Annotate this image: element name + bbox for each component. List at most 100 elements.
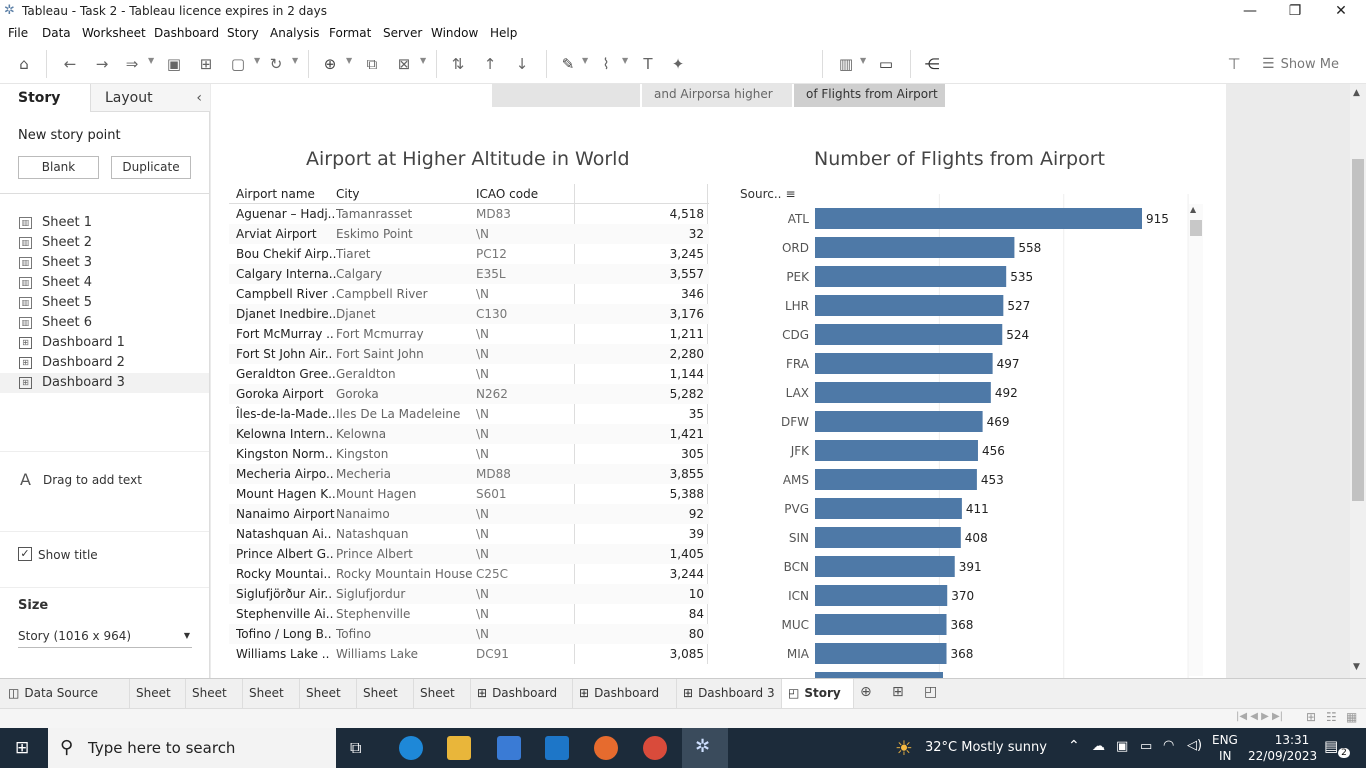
redo-icon[interactable]: → bbox=[92, 54, 112, 74]
fix-axes-icon[interactable]: ✦ bbox=[668, 54, 688, 74]
dashboard-item-9[interactable]: ⊞ Dashboard 3 bbox=[0, 373, 209, 393]
mail-icon[interactable] bbox=[545, 736, 569, 760]
tab-sheet-2[interactable]: Sheet 2 bbox=[186, 679, 243, 728]
collapse-icon[interactable]: ‹ bbox=[196, 84, 202, 112]
sheet-item-3[interactable]: ▥ Sheet 3 bbox=[0, 253, 209, 273]
tab-sheet-1[interactable]: Sheet 1 bbox=[130, 679, 186, 728]
volume-icon[interactable]: ◁) bbox=[1187, 738, 1202, 753]
save-icon[interactable]: ▣ bbox=[164, 54, 184, 74]
menu-format[interactable]: Format bbox=[329, 26, 371, 40]
tableau-taskbar-button[interactable]: ✲ bbox=[682, 728, 728, 768]
taskbar-search[interactable]: ⚲ Type here to search bbox=[48, 728, 336, 768]
menu-file[interactable]: File bbox=[8, 26, 28, 40]
clear-icon[interactable]: ⊠ bbox=[394, 54, 414, 74]
show-title-checkbox[interactable]: ✓ bbox=[18, 547, 32, 561]
new-story-tab-icon[interactable]: ◰ bbox=[924, 684, 937, 700]
home-icon[interactable]: ⌂ bbox=[14, 54, 34, 74]
new-worksheet-tab-icon[interactable]: ⊕ bbox=[860, 684, 872, 700]
bar-ams[interactable] bbox=[815, 469, 977, 490]
network-icon[interactable]: ▣ bbox=[1116, 739, 1128, 754]
presentation-icon[interactable]: ▭ bbox=[876, 54, 896, 74]
swap-icon[interactable]: ⇅ bbox=[448, 54, 468, 74]
menu-window[interactable]: Window bbox=[431, 26, 478, 40]
bar-lax[interactable] bbox=[815, 382, 991, 403]
bar-dfw[interactable] bbox=[815, 411, 983, 432]
clock-time[interactable]: 13:31 bbox=[1262, 733, 1322, 747]
language-region[interactable]: IN bbox=[1219, 749, 1232, 763]
tab-sheet-4[interactable]: Sheet 4 bbox=[300, 679, 357, 728]
view-grid-icon[interactable]: ⊞ bbox=[1306, 710, 1316, 724]
notification-icon[interactable]: ▤ bbox=[1324, 737, 1338, 755]
tab-story[interactable]: Story bbox=[0, 84, 90, 112]
tab-dashboard-1[interactable]: ⊞Dashboard 1 bbox=[471, 679, 573, 728]
sheet-item-5[interactable]: ▥ Sheet 5 bbox=[0, 293, 209, 313]
undo-icon[interactable]: ← bbox=[60, 54, 80, 74]
drag-text-object[interactable]: Drag to add text bbox=[43, 473, 142, 487]
windows-start-icon[interactable]: ⊞ bbox=[15, 738, 29, 758]
highlight-icon[interactable]: ✎ bbox=[558, 54, 578, 74]
story-scrollbar[interactable]: ▲ ▼ bbox=[1350, 84, 1366, 678]
menu-dashboard[interactable]: Dashboard bbox=[154, 26, 219, 40]
sort-desc-icon[interactable]: ↓ bbox=[512, 54, 532, 74]
tray-chevron-icon[interactable]: ⌃ bbox=[1068, 738, 1080, 754]
menu-story[interactable]: Story bbox=[227, 26, 259, 40]
close-button[interactable]: ✕ bbox=[1318, 2, 1364, 22]
bar-mia[interactable] bbox=[815, 643, 947, 664]
refresh-icon[interactable]: ↻ bbox=[266, 54, 286, 74]
sheet-item-6[interactable]: ▥ Sheet 6 bbox=[0, 313, 209, 333]
tab-sheet-5[interactable]: Sheet 5 bbox=[357, 679, 414, 728]
dashboard-item-7[interactable]: ⊞ Dashboard 1 bbox=[0, 333, 209, 353]
new-dashboard-tab-icon[interactable]: ⊞ bbox=[892, 684, 904, 700]
tab-layout[interactable]: Layout ‹ bbox=[90, 84, 210, 112]
new-data-source-icon[interactable]: ⊞ bbox=[196, 54, 216, 74]
bar-lhr[interactable] bbox=[815, 295, 1004, 316]
bar-atl[interactable] bbox=[815, 208, 1142, 229]
tab-data-source[interactable]: ◫ Data Source bbox=[2, 679, 130, 708]
tab-sheet-3[interactable]: Sheet 3 bbox=[243, 679, 300, 728]
language-code[interactable]: ENG bbox=[1212, 733, 1238, 747]
menu-data[interactable]: Data bbox=[42, 26, 71, 40]
weather-text[interactable]: 32°C Mostly sunny bbox=[925, 740, 1047, 755]
maximize-button[interactable]: ❐ bbox=[1272, 2, 1318, 22]
sort-asc-icon[interactable]: ↑ bbox=[480, 54, 500, 74]
replay-icon[interactable]: ⇒ bbox=[122, 54, 142, 74]
dashboard-item-8[interactable]: ⊞ Dashboard 2 bbox=[0, 353, 209, 373]
file-explorer-icon[interactable] bbox=[447, 736, 471, 760]
menu-analysis[interactable]: Analysis bbox=[270, 26, 319, 40]
wifi-icon[interactable]: ◠ bbox=[1163, 738, 1174, 753]
tab-dashboard-3[interactable]: ⊞ Dashboard 3 bbox=[677, 679, 782, 708]
bar-pek[interactable] bbox=[815, 266, 1007, 287]
tab-dashboard-2[interactable]: ⊞Dashboard 2 bbox=[573, 679, 677, 728]
bar-sin[interactable] bbox=[815, 527, 961, 548]
bar-icn[interactable] bbox=[815, 585, 948, 606]
store-icon[interactable] bbox=[497, 736, 521, 760]
bar-fra[interactable] bbox=[815, 353, 993, 374]
sheet-item-2[interactable]: ▥ Sheet 2 bbox=[0, 233, 209, 253]
task-view-icon[interactable]: ⧉ bbox=[350, 738, 361, 758]
bar-jfk[interactable] bbox=[815, 440, 978, 461]
bar-muc[interactable] bbox=[815, 614, 947, 635]
bar-bcn[interactable] bbox=[815, 556, 955, 577]
sheet-item-1[interactable]: ▥ Sheet 1 bbox=[0, 213, 209, 233]
edge-icon[interactable] bbox=[399, 736, 423, 760]
bar-ord[interactable] bbox=[815, 237, 1015, 258]
bar-cdg[interactable] bbox=[815, 324, 1003, 345]
new-worksheet-icon[interactable]: ⊕ bbox=[320, 54, 340, 74]
clock-date[interactable]: 22/09/2023 bbox=[1248, 749, 1317, 763]
onedrive-icon[interactable]: ☁ bbox=[1092, 739, 1105, 754]
firefox-icon[interactable] bbox=[594, 736, 618, 760]
menu-server[interactable]: Server bbox=[383, 26, 422, 40]
minimize-button[interactable]: — bbox=[1227, 2, 1273, 22]
size-dropdown[interactable]: Story (1016 x 964) ▼ bbox=[18, 626, 192, 648]
battery-icon[interactable]: ▭ bbox=[1140, 739, 1152, 754]
chrome-icon[interactable] bbox=[643, 736, 667, 760]
group-icon[interactable]: ⌇ bbox=[596, 54, 616, 74]
view-list-icon[interactable]: ☷ bbox=[1326, 710, 1337, 724]
tab-sheet-6[interactable]: Sheet 6 bbox=[414, 679, 471, 728]
share-icon[interactable]: ⋲ bbox=[922, 54, 942, 74]
cards-icon[interactable]: ▥ bbox=[836, 54, 856, 74]
view-filmstrip-icon[interactable]: ▦ bbox=[1346, 710, 1357, 724]
bar-pvg[interactable] bbox=[815, 498, 962, 519]
menu-help[interactable]: Help bbox=[490, 26, 517, 40]
sheet-item-4[interactable]: ▥ Sheet 4 bbox=[0, 273, 209, 293]
